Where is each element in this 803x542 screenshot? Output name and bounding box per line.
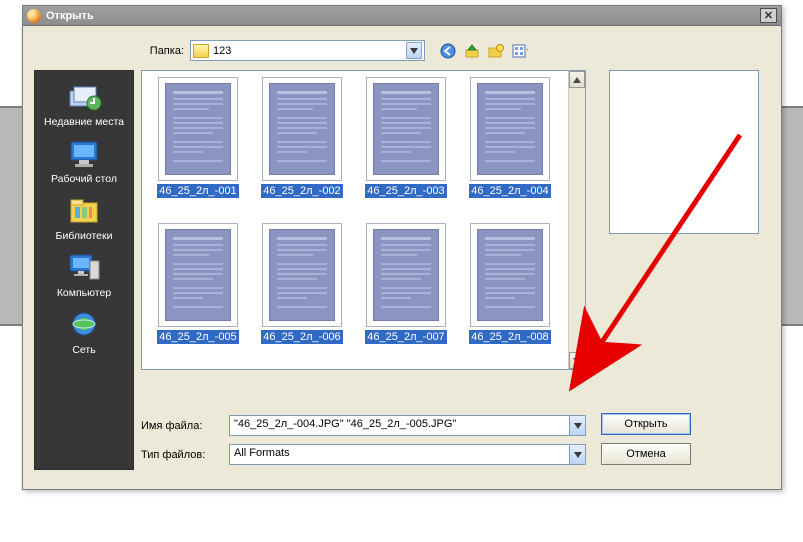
place-recent[interactable]: Недавние места (38, 77, 130, 132)
thumbnail-image (366, 77, 446, 181)
filetype-select[interactable]: All Formats (229, 444, 586, 465)
place-desktop[interactable]: Рабочий стол (38, 134, 130, 189)
desktop-icon (66, 138, 102, 170)
filename-input[interactable]: "46_25_2л_-004.JPG" "46_25_2л_-005.JPG" (229, 415, 586, 436)
file-name-label: 46_25_2л_-008 (469, 330, 550, 344)
open-file-dialog: Открыть ✕ Папка: 123 (22, 5, 782, 490)
network-icon (66, 309, 102, 341)
folder-combo[interactable]: 123 (190, 40, 425, 61)
vertical-scrollbar[interactable] (568, 71, 585, 369)
thumbnail-image (470, 223, 550, 327)
file-thumbnail[interactable]: 46_25_2л_-008 (462, 223, 558, 363)
open-button[interactable]: Открыть (601, 413, 691, 435)
app-icon (27, 9, 41, 23)
file-name-label: 46_25_2л_-002 (261, 184, 342, 198)
toolbar: Папка: 123 (138, 40, 765, 61)
nav-icons (439, 42, 529, 60)
form-area: Имя файла: "46_25_2л_-004.JPG" "46_25_2л… (141, 407, 586, 465)
views-icon[interactable] (511, 42, 529, 60)
thumbnail-image (158, 223, 238, 327)
filename-label: Имя файла: (141, 420, 229, 432)
file-thumbnail[interactable]: 46_25_2л_-001 (150, 77, 246, 217)
file-name-label: 46_25_2л_-005 (157, 330, 238, 344)
newfolder-icon[interactable] (487, 42, 505, 60)
file-thumbnail[interactable]: 46_25_2л_-006 (254, 223, 350, 363)
file-thumbnail[interactable]: 46_25_2л_-003 (358, 77, 454, 217)
computer-icon (66, 252, 102, 284)
folder-name: 123 (213, 45, 406, 57)
place-libraries[interactable]: Библиотеки (38, 191, 130, 246)
place-computer[interactable]: Компьютер (38, 248, 130, 303)
folder-dropdown-arrow[interactable] (406, 42, 422, 59)
filetype-dropdown-arrow[interactable] (569, 445, 585, 464)
file-thumbnail[interactable]: 46_25_2л_-005 (150, 223, 246, 363)
thumbnail-image (366, 223, 446, 327)
folder-icon (193, 44, 209, 58)
filetype-label: Тип файлов: (141, 449, 229, 461)
recent-icon (66, 81, 102, 113)
file-name-label: 46_25_2л_-007 (365, 330, 446, 344)
close-button[interactable]: ✕ (760, 8, 777, 23)
preview-pane (609, 70, 759, 234)
places-bar: Недавние места Рабочий стол Библиотеки К… (34, 70, 134, 470)
thumbnail-image (470, 77, 550, 181)
filename-dropdown-arrow[interactable] (569, 416, 585, 435)
dialog-titlebar[interactable]: Открыть ✕ (23, 6, 781, 26)
back-icon[interactable] (439, 42, 457, 60)
action-buttons: Открыть Отмена (601, 405, 691, 465)
scroll-up-button[interactable] (569, 71, 585, 88)
place-network[interactable]: Сеть (38, 305, 130, 360)
file-thumbnail[interactable]: 46_25_2л_-004 (462, 77, 558, 217)
dialog-title: Открыть (46, 10, 94, 22)
thumbnail-image (262, 223, 342, 327)
thumbnail-image (262, 77, 342, 181)
file-name-label: 46_25_2л_-003 (365, 184, 446, 198)
file-list-pane[interactable]: 46_25_2л_-001 46_25_2л_-002 46_25_2л_-003 4… (141, 70, 586, 370)
thumbnail-image (158, 77, 238, 181)
library-icon (66, 195, 102, 227)
cancel-button[interactable]: Отмена (601, 443, 691, 465)
file-name-label: 46_25_2л_-001 (157, 184, 238, 198)
scroll-down-button[interactable] (569, 352, 585, 369)
folder-label: Папка: (138, 45, 184, 57)
up-icon[interactable] (463, 42, 481, 60)
file-name-label: 46_25_2л_-004 (469, 184, 550, 198)
file-name-label: 46_25_2л_-006 (261, 330, 342, 344)
file-thumbnail[interactable]: 46_25_2л_-002 (254, 77, 350, 217)
file-thumbnail[interactable]: 46_25_2л_-007 (358, 223, 454, 363)
